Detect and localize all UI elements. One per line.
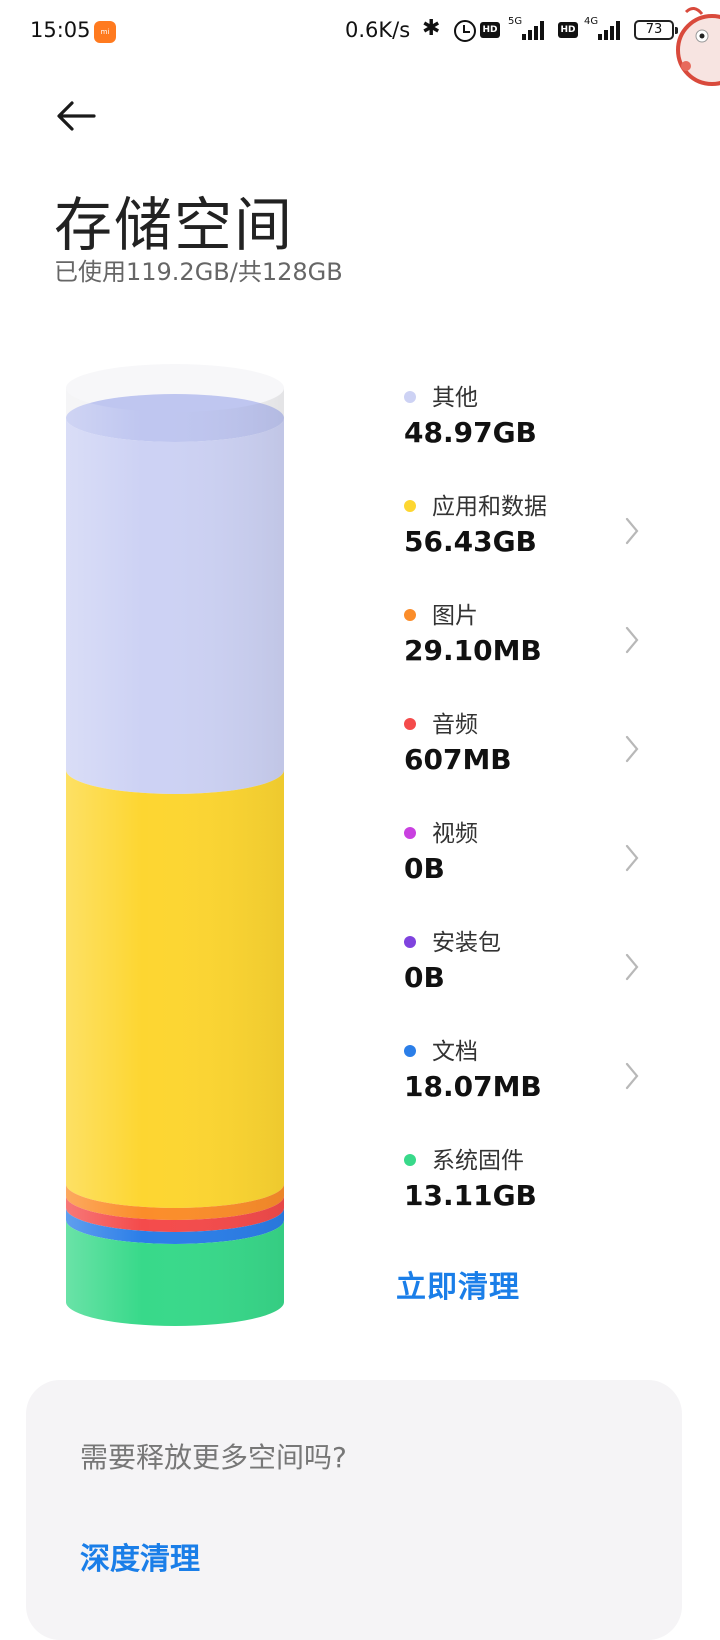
category-size: 13.11GB (404, 1179, 537, 1212)
category-name: 视频 (432, 821, 478, 847)
chevron-right-icon (625, 953, 639, 981)
alarm-icon (454, 20, 476, 42)
cylinder-glass-shading (66, 388, 284, 1326)
category-name: 图片 (432, 603, 478, 629)
category-color-dot (404, 609, 416, 621)
cylinder-segment-images (66, 1184, 284, 1220)
hd-badge: HD (558, 22, 578, 38)
category-color-dot (404, 391, 416, 403)
category-name: 应用和数据 (432, 494, 547, 520)
network-type-label: 4G (584, 16, 599, 27)
card-title: 需要释放更多空间吗? (80, 1441, 347, 1474)
signal-icon (522, 20, 548, 40)
storage-usage-summary: 已使用119.2GB/共128GB (54, 258, 343, 286)
cylinder-lid (66, 364, 284, 412)
back-arrow-icon (57, 101, 96, 131)
category-size: 48.97GB (404, 416, 537, 449)
battery-icon: 73 (634, 20, 678, 40)
clean-now-button[interactable]: 立即清理 (396, 1262, 520, 1306)
chevron-right-icon (625, 1062, 639, 1090)
content-top-surface (66, 394, 284, 442)
storage-category-other: 其他 48.97GB (404, 378, 654, 478)
storage-category-images[interactable]: 图片 29.10MB (404, 596, 654, 696)
storage-category-apk[interactable]: 安装包 0B (404, 923, 654, 1023)
category-name: 安装包 (432, 930, 501, 956)
chevron-right-icon (625, 626, 639, 654)
category-name: 文档 (432, 1039, 478, 1065)
category-size: 56.43GB (404, 525, 537, 558)
cylinder-segment-documents (66, 1208, 284, 1244)
signal-icon (598, 20, 624, 40)
storage-category-documents[interactable]: 文档 18.07MB (404, 1032, 654, 1132)
deep-clean-button[interactable]: 深度清理 (80, 1534, 200, 1578)
chevron-right-icon (625, 844, 639, 872)
category-size: 0B (404, 961, 445, 994)
page-title: 存储空间 (54, 191, 295, 259)
status-time: 15:05 (30, 18, 91, 42)
category-name: 其他 (432, 385, 478, 411)
hd-badge: HD (480, 22, 500, 38)
network-type-label: 5G (508, 16, 523, 27)
back-button[interactable] (52, 92, 100, 140)
free-space-card: 需要释放更多空间吗? 深度清理 (26, 1380, 682, 1640)
storage-category-system: 系统固件 13.11GB (404, 1141, 654, 1241)
cylinder-segment-system (66, 1220, 284, 1326)
bluetooth-icon: ✱ (422, 16, 441, 41)
chevron-right-icon (625, 517, 639, 545)
category-size: 607MB (404, 743, 512, 776)
status-bar: 15:05 mi 0.6K/s ✱ HD 5G HD 4G 73 (0, 0, 720, 86)
category-color-dot (404, 827, 416, 839)
category-color-dot (404, 500, 416, 512)
storage-category-apps-data[interactable]: 应用和数据 56.43GB (404, 487, 654, 587)
storage-category-video[interactable]: 视频 0B (404, 814, 654, 914)
mi-app-icon: mi (94, 21, 116, 43)
category-size: 18.07MB (404, 1070, 542, 1103)
free-space-segment (66, 388, 284, 418)
category-color-dot (404, 1045, 416, 1057)
mascot-sticker-icon (676, 7, 720, 86)
category-size: 29.10MB (404, 634, 542, 667)
category-color-dot (404, 936, 416, 948)
category-name: 音频 (432, 712, 478, 738)
cylinder-segment-audio (66, 1196, 284, 1232)
category-color-dot (404, 1154, 416, 1166)
category-color-dot (404, 718, 416, 730)
network-speed: 0.6K/s (345, 18, 411, 42)
cylinder-segment-other (66, 418, 284, 794)
category-name: 系统固件 (432, 1148, 524, 1174)
category-size: 0B (404, 852, 445, 885)
chevron-right-icon (625, 735, 639, 763)
cylinder-segment-apps-data (66, 770, 284, 1208)
storage-category-audio[interactable]: 音频 607MB (404, 705, 654, 805)
